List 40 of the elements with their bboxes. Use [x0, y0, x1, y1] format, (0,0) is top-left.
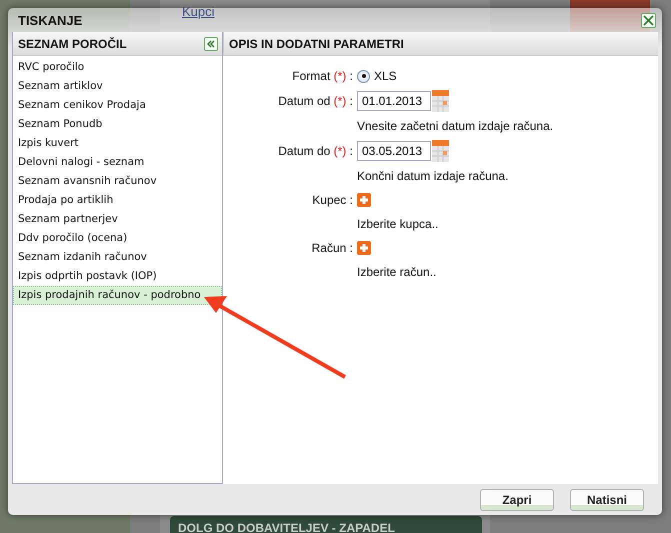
dialog-button[interactable]: Zapri — [480, 489, 554, 511]
dialog-title: TISKANJE — [18, 12, 82, 28]
report-item[interactable]: Seznam artiklov — [13, 77, 222, 96]
calendar-icon[interactable] — [432, 140, 449, 162]
field-hint: Vnesite začetni datum izdaje računa. — [357, 119, 554, 133]
field-label: Datum do (*) : — [277, 144, 353, 158]
collapse-button[interactable] — [204, 36, 218, 50]
report-item[interactable]: Izpis kuvert — [13, 134, 222, 153]
report-item[interactable]: Seznam cenikov Prodaja — [13, 96, 222, 115]
radio-button[interactable] — [357, 70, 370, 82]
report-item[interactable]: Izpis prodajnih računov - podrobno — [13, 286, 222, 305]
report-item[interactable]: Izpis odprtih postavk (IOP) — [13, 267, 222, 286]
field-hint: Izberite račun.. — [357, 265, 436, 279]
background-panel-header: DOLG DO DOBAVITELJEV - ZAPADEL — [170, 516, 482, 533]
panel-title: OPIS IN DODATNI PARAMETRI — [229, 36, 404, 50]
double-chevron-icon — [206, 38, 216, 48]
report-item[interactable]: Prodaja po artiklih — [13, 191, 222, 210]
calendar-icon[interactable] — [432, 90, 449, 112]
date-field[interactable]: 01.01.2013 — [357, 91, 431, 111]
field-label: Format (*) : — [291, 69, 353, 83]
field-label: Datum od (*) : — [277, 94, 353, 108]
report-item[interactable]: Delovni nalogi - seznam — [13, 153, 222, 172]
report-item[interactable]: Seznam avansnih računov — [13, 172, 222, 191]
report-item[interactable]: Seznam partnerjev — [13, 210, 222, 229]
date-field[interactable]: 03.05.2013 — [357, 141, 431, 161]
close-icon — [643, 14, 654, 26]
field-label: Kupec : — [311, 193, 353, 207]
field-label: Račun : — [310, 241, 353, 255]
panel-title: SEZNAM POROČIL — [18, 36, 127, 50]
report-item[interactable]: Ddv poročilo (ocena) — [13, 229, 222, 248]
dialog-button[interactable]: Natisni — [570, 489, 644, 511]
field-hint: Končni datum izdaje računa. — [357, 169, 508, 183]
report-item[interactable]: Seznam Ponudb — [13, 115, 222, 134]
add-button[interactable] — [357, 193, 371, 207]
add-button[interactable] — [357, 241, 371, 255]
close-button[interactable] — [641, 12, 656, 28]
report-item[interactable]: RVC poročilo — [13, 58, 222, 77]
report-item[interactable]: Seznam izdanih računov — [13, 248, 222, 267]
radio-label: XLS — [374, 69, 397, 83]
field-hint: Izberite kupca.. — [357, 217, 438, 231]
